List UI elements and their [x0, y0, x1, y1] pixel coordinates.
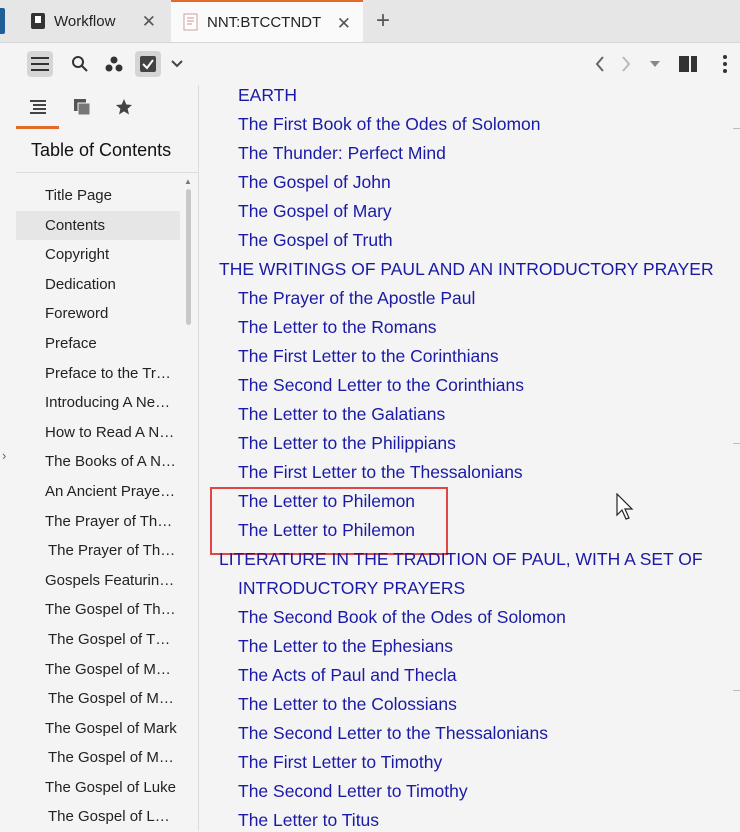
checklist-icon[interactable]: [135, 51, 161, 77]
content-link[interactable]: The Second Letter to the Thessalonians: [238, 723, 548, 744]
tab-label: NNT:BTCCTNDT: [207, 13, 322, 31]
toc-item[interactable]: Preface to the Tr…: [16, 359, 180, 389]
edge-tick: [733, 128, 740, 129]
content-link[interactable]: The Prayer of the Apostle Paul: [238, 288, 475, 309]
toc-item[interactable]: The Prayer of Th…: [16, 536, 180, 566]
toc-item[interactable]: The Gospel of M…: [16, 655, 180, 685]
toc-item[interactable]: Dedication: [16, 270, 180, 300]
cluster-icon[interactable]: [101, 51, 127, 77]
content-link[interactable]: The First Letter to the Thessalonians: [238, 462, 523, 483]
active-tab-indicator: [16, 126, 59, 129]
toc-item[interactable]: The Gospel of Th…: [16, 595, 180, 625]
toc-item[interactable]: Introducing A Ne…: [16, 388, 180, 418]
tab-bar: Workflow ✕ NNT:BTCCTNDT ✕ +: [0, 0, 740, 43]
toc-item[interactable]: Foreword: [16, 299, 180, 329]
content-link[interactable]: The Letter to the Philippians: [238, 433, 456, 454]
content-link[interactable]: The Letter to Titus: [238, 810, 379, 831]
scroll-up-icon[interactable]: ▲: [184, 177, 192, 186]
sidebar-scrollbar[interactable]: [186, 189, 191, 325]
content-link[interactable]: The Letter to the Colossians: [238, 694, 457, 715]
tab-workflow[interactable]: Workflow ✕: [28, 0, 168, 42]
section-heading: LITERATURE IN THE TRADITION OF PAUL, WIT…: [219, 549, 703, 569]
bookmark-icon: [31, 13, 45, 29]
left-rail: ›: [0, 85, 17, 831]
book-icon: [183, 13, 198, 31]
content-link[interactable]: The Second Letter to Timothy: [238, 781, 468, 802]
toc-item[interactable]: The Gospel of L…: [16, 802, 180, 832]
content-link[interactable]: The Letter to Philemon: [238, 520, 415, 541]
close-icon[interactable]: ✕: [337, 14, 351, 34]
toc-item[interactable]: An Ancient Praye…: [16, 477, 180, 507]
toc-item[interactable]: The Gospel of M…: [16, 743, 180, 773]
tab-label: Workflow: [54, 12, 116, 30]
expand-arrow-icon[interactable]: ›: [2, 448, 6, 463]
content-link[interactable]: The Thunder: Perfect Mind: [238, 143, 446, 164]
content-link[interactable]: EARTH: [238, 85, 297, 106]
copies-icon[interactable]: [70, 95, 94, 119]
mouse-cursor-icon: [616, 493, 634, 520]
content-pane: EARTH The First Book of the Odes of Solom…: [199, 85, 740, 831]
toc-item[interactable]: Gospels Featurin…: [16, 566, 180, 596]
toc-icon[interactable]: [26, 95, 50, 119]
close-icon[interactable]: ✕: [142, 12, 156, 32]
toc-item[interactable]: The Books of A N…: [16, 447, 180, 477]
star-icon[interactable]: [112, 95, 136, 119]
app-edge-marker: [0, 8, 5, 34]
more-icon[interactable]: [712, 51, 738, 77]
sidebar-tabs: [16, 85, 198, 129]
back-icon[interactable]: [587, 51, 613, 77]
toc-item[interactable]: The Prayer of Th…: [16, 507, 180, 537]
content-link[interactable]: The First Letter to Timothy: [238, 752, 442, 773]
edge-tick: [733, 443, 740, 444]
content-link[interactable]: The Letter to the Ephesians: [238, 636, 453, 657]
content-link[interactable]: The Gospel of John: [238, 172, 391, 193]
forward-icon[interactable]: [613, 51, 639, 77]
divider: [16, 172, 198, 173]
content-link[interactable]: The Second Book of the Odes of Solomon: [238, 607, 566, 628]
section-heading: INTRODUCTORY PRAYERS: [238, 578, 466, 598]
content-link[interactable]: The Gospel of Mary: [238, 201, 392, 222]
content-link[interactable]: The Letter to the Romans: [238, 317, 436, 338]
toc-sidebar: Table of Contents ▲ Title Page Contents Co…: [16, 85, 199, 831]
toc-item[interactable]: The Gospel of M…: [16, 684, 180, 714]
toc-title: Table of Contents: [31, 140, 172, 160]
content-link[interactable]: The Gospel of Truth: [238, 230, 393, 251]
dropdown-icon[interactable]: [642, 51, 668, 77]
content-link[interactable]: The Second Letter to the Corinthians: [238, 375, 524, 396]
toc-item[interactable]: Copyright: [16, 240, 180, 270]
chevron-down-icon[interactable]: [164, 51, 190, 77]
toc-item[interactable]: Title Page: [16, 181, 180, 211]
menu-icon[interactable]: [27, 51, 53, 77]
content-link[interactable]: The Acts of Paul and Thecla: [238, 665, 457, 686]
content-link[interactable]: The First Book of the Odes of Solomon: [238, 114, 541, 135]
content-link[interactable]: The Letter to Philemon: [238, 491, 415, 512]
new-tab-icon[interactable]: +: [376, 7, 390, 35]
toc-item[interactable]: How to Read A N…: [16, 418, 180, 448]
toc-item[interactable]: Contents: [16, 210, 180, 241]
toc-item[interactable]: The Gospel of Mark: [16, 714, 180, 744]
toolbar: [0, 43, 740, 85]
content-link[interactable]: The First Letter to the Corinthians: [238, 346, 499, 367]
toc-item[interactable]: Preface: [16, 329, 180, 359]
edge-tick: [733, 690, 740, 691]
toc-list: Title Page Contents Copyright Dedication For…: [16, 181, 180, 832]
layout-icon[interactable]: [675, 51, 701, 77]
toc-item[interactable]: The Gospel of Luke: [16, 773, 180, 803]
toc-item[interactable]: The Gospel of T…: [16, 625, 180, 655]
section-heading: THE WRITINGS OF PAUL AND AN INTRODUCTORY…: [219, 259, 714, 279]
search-icon[interactable]: [67, 51, 93, 77]
tab-nnt[interactable]: NNT:BTCCTNDT ✕: [171, 0, 363, 42]
content-link[interactable]: The Letter to the Galatians: [238, 404, 445, 425]
